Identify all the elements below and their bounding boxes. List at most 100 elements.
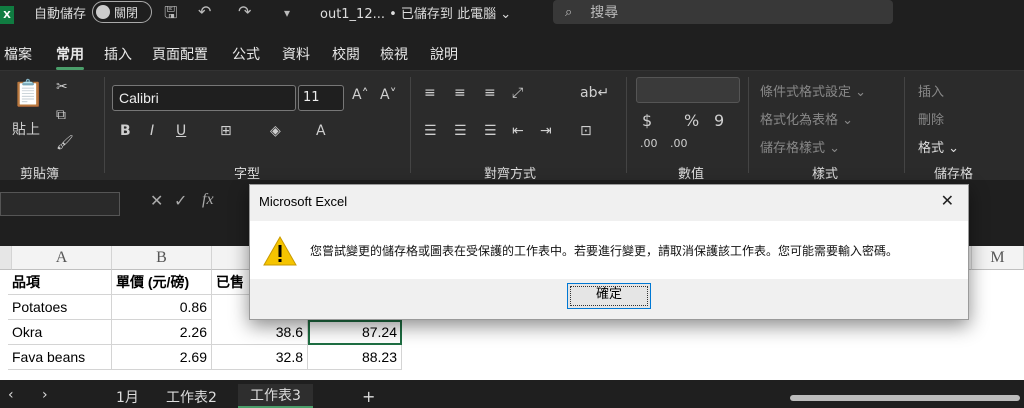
dialog-title: Microsoft Excel — [259, 194, 348, 209]
tab-home[interactable]: 常用 — [56, 44, 84, 70]
tab-review[interactable]: 校閱 — [332, 44, 360, 64]
increase-indent-icon[interactable]: ⇥ — [540, 123, 552, 139]
title-bar: X 自動儲存 關閉 🖫 ↶ ↷ ▾ out1_12... • 已儲存到 此電腦 … — [0, 0, 1024, 38]
paste-label[interactable]: 貼上 — [12, 119, 40, 139]
bold-icon[interactable]: B — [120, 123, 131, 139]
save-icon[interactable]: 🖫 — [164, 2, 178, 29]
customize-qat-icon[interactable]: ▾ — [284, 6, 290, 20]
next-sheet-icon[interactable]: › — [42, 387, 48, 403]
table-cell[interactable]: Okra — [8, 320, 112, 345]
percent-icon[interactable]: % — [684, 111, 699, 130]
tab-data[interactable]: 資料 — [282, 44, 310, 64]
name-box[interactable] — [0, 192, 120, 216]
group-label-styles: 樣式 — [812, 167, 839, 182]
sheet-tab-sheet3[interactable]: 工作表3 — [238, 384, 313, 408]
tab-view[interactable]: 檢視 — [380, 44, 408, 64]
font-size-select[interactable]: 11 — [298, 85, 344, 111]
group-label-clipboard: 剪貼簿 — [20, 167, 60, 182]
align-center-icon[interactable]: ☰ — [454, 123, 467, 139]
table-cell[interactable]: Fava beans — [8, 345, 112, 370]
table-cell[interactable]: 0.86 — [112, 295, 212, 320]
active-cell[interactable]: 87.24 — [308, 320, 402, 345]
table-cell[interactable]: Potatoes — [8, 295, 112, 320]
comma-style-icon[interactable]: 9 — [714, 111, 724, 130]
italic-icon[interactable]: I — [150, 123, 154, 139]
select-all-corner[interactable] — [0, 246, 12, 270]
copy-icon[interactable]: ⧉ — [56, 107, 66, 123]
redo-icon[interactable]: ↷ — [238, 2, 251, 21]
align-top-icon[interactable]: ≡ — [424, 85, 436, 101]
fill-color-icon[interactable]: ◈ — [270, 123, 281, 139]
ribbon-home: 📋 貼上 ✂ ⧉ 🖌 剪貼簿 Calibri 11 A˄ A˅ B I U ⊞ … — [0, 70, 1024, 182]
wrap-text-icon[interactable]: ab↵ — [580, 85, 609, 101]
search-icon: ⌕ — [565, 4, 573, 20]
table-cell[interactable]: 88.23 — [308, 345, 402, 370]
paste-icon[interactable]: 📋 — [12, 79, 44, 109]
group-separator — [104, 77, 105, 173]
currency-icon[interactable]: $ — [642, 111, 652, 130]
cell-styles-button[interactable]: 儲存格樣式 ⌄ — [760, 137, 840, 156]
header-cell-price[interactable]: 單價 (元/磅) — [112, 270, 212, 295]
column-header-b[interactable]: B — [112, 246, 212, 270]
orientation-icon[interactable]: ⤢ — [512, 85, 523, 101]
tab-page-layout[interactable]: 頁面配置 — [152, 44, 208, 64]
format-cells-button[interactable]: 格式 ⌄ — [918, 137, 959, 156]
group-separator — [626, 77, 627, 173]
ok-button[interactable]: 確定 — [567, 283, 651, 309]
format-painter-icon[interactable]: 🖌 — [56, 135, 74, 151]
excel-app-icon: X — [0, 6, 14, 24]
ribbon-tabs: 檔案 常用 插入 頁面配置 公式 資料 校閱 檢視 說明 — [0, 38, 1024, 70]
search-placeholder: 搜尋 — [590, 5, 619, 21]
table-cell[interactable]: 38.6 — [212, 320, 308, 345]
tab-insert[interactable]: 插入 — [104, 44, 132, 64]
decrease-indent-icon[interactable]: ⇤ — [512, 123, 524, 139]
group-label-number: 數值 — [678, 167, 705, 182]
table-cell[interactable]: 32.8 — [212, 345, 308, 370]
tab-help[interactable]: 說明 — [430, 44, 458, 64]
close-icon[interactable]: ✕ — [941, 191, 954, 210]
group-separator — [748, 77, 749, 173]
align-bottom-icon[interactable]: ≡ — [484, 85, 496, 101]
insert-cells-button[interactable]: 插入 — [918, 81, 944, 100]
borders-icon[interactable]: ⊞ — [220, 123, 232, 139]
enter-icon[interactable]: ✓ — [174, 191, 187, 210]
conditional-formatting-button[interactable]: 條件式格式設定 ⌄ — [760, 81, 866, 100]
merge-center-icon[interactable]: ⊡ — [580, 123, 592, 139]
sheet-tab-jan[interactable]: 1月 — [116, 387, 139, 407]
align-right-icon[interactable]: ☰ — [484, 123, 497, 139]
cut-icon[interactable]: ✂ — [56, 79, 68, 95]
document-title[interactable]: out1_12... • 已儲存到 此電腦 ⌄ — [320, 3, 511, 22]
horizontal-scrollbar[interactable] — [790, 395, 1020, 401]
add-sheet-button[interactable]: + — [362, 387, 375, 406]
tab-formulas[interactable]: 公式 — [232, 44, 260, 64]
decrease-font-icon[interactable]: A˅ — [380, 87, 397, 103]
font-color-icon[interactable]: A — [316, 123, 326, 139]
group-separator — [410, 77, 411, 173]
header-cell-item[interactable]: 品項 — [8, 270, 112, 295]
autosave-state: 關閉 — [114, 5, 139, 20]
undo-icon[interactable]: ↶ — [198, 2, 211, 21]
increase-font-icon[interactable]: A˄ — [352, 87, 369, 103]
autosave-toggle[interactable]: 關閉 — [92, 1, 152, 23]
group-label-alignment: 對齊方式 — [484, 167, 537, 182]
dialog-body: 您嘗試變更的儲存格或圖表在受保護的工作表中。若要進行變更，請取消保護該工作表。您… — [250, 221, 968, 279]
table-cell[interactable]: 2.69 — [112, 345, 212, 370]
align-middle-icon[interactable]: ≡ — [454, 85, 466, 101]
format-as-table-button[interactable]: 格式化為表格 ⌄ — [760, 109, 853, 128]
number-format-select[interactable] — [636, 77, 740, 103]
align-left-icon[interactable]: ☰ — [424, 123, 437, 139]
decrease-decimal-icon[interactable]: .00 — [670, 137, 688, 150]
underline-icon[interactable]: U — [176, 123, 186, 139]
tab-file[interactable]: 檔案 — [4, 44, 32, 64]
column-header-a[interactable]: A — [12, 246, 112, 270]
insert-function-icon[interactable]: fx — [202, 191, 214, 209]
column-header-m[interactable]: M — [972, 246, 1024, 270]
sheet-tab-sheet2[interactable]: 工作表2 — [166, 387, 217, 407]
increase-decimal-icon[interactable]: .00 — [640, 137, 658, 150]
search-box[interactable]: ⌕ 搜尋 — [553, 0, 893, 24]
delete-cells-button[interactable]: 刪除 — [918, 109, 944, 128]
prev-sheet-icon[interactable]: ‹ — [8, 387, 14, 403]
table-cell[interactable]: 2.26 — [112, 320, 212, 345]
font-name-select[interactable]: Calibri — [112, 85, 296, 111]
cancel-icon[interactable]: ✕ — [150, 191, 163, 210]
